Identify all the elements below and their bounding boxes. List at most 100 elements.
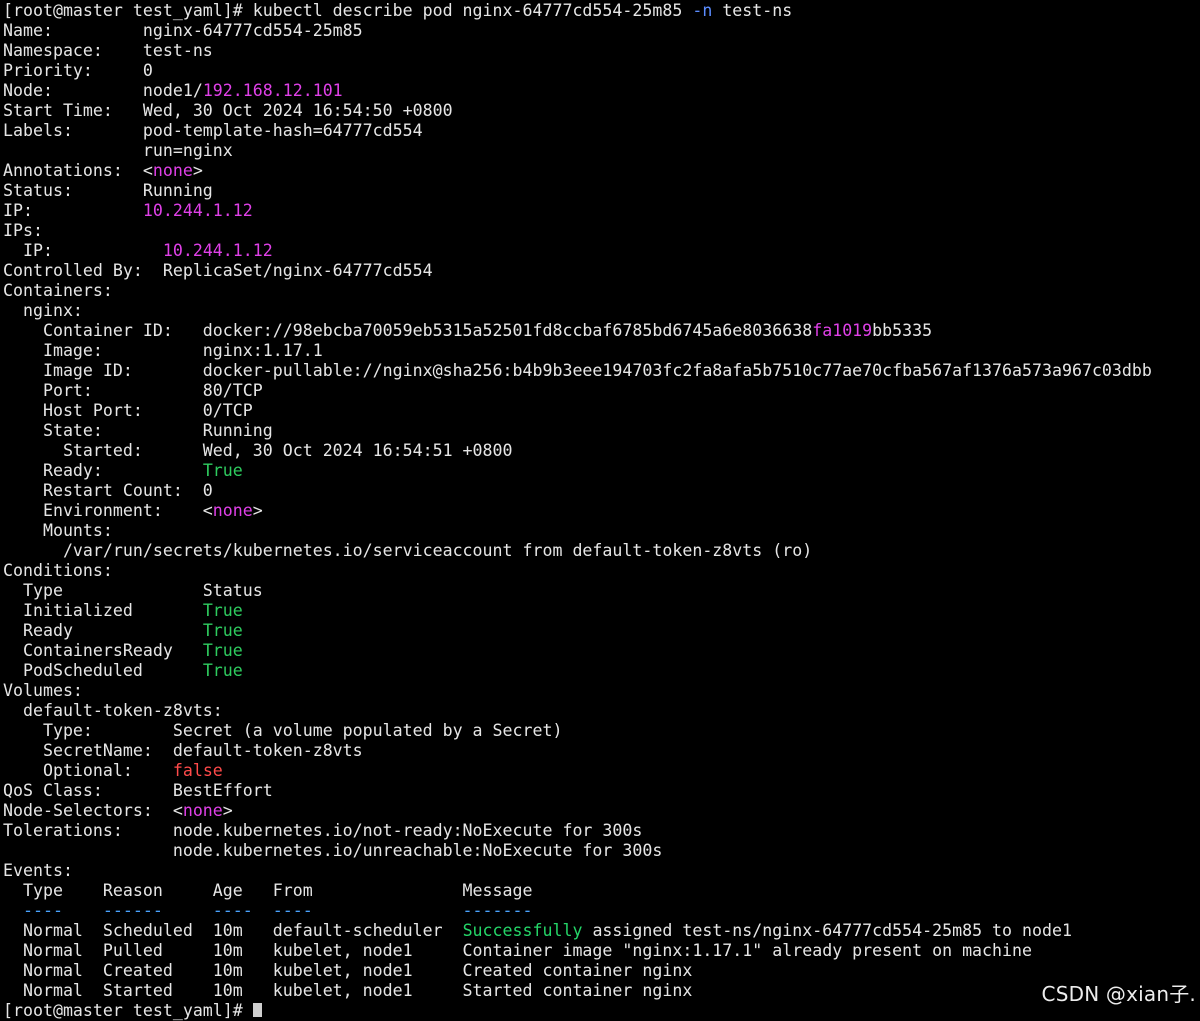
terminal-line: run=nginx: [3, 141, 1152, 161]
terminal-line: Name: nginx-64777cd554-25m85: [3, 21, 1152, 41]
terminal-text-segment: Controlled By: ReplicaSet/nginx-64777cd5…: [3, 261, 433, 280]
terminal-line: IPs:: [3, 221, 1152, 241]
terminal-text-segment: PodScheduled: [3, 661, 203, 680]
terminal-line: Host Port: 0/TCP: [3, 401, 1152, 421]
terminal-line: Controlled By: ReplicaSet/nginx-64777cd5…: [3, 261, 1152, 281]
terminal-line: Normal Created 10m kubelet, node1 Create…: [3, 961, 1152, 981]
terminal-text-segment: Normal Pulled 10m kubelet, node1 Contain…: [3, 941, 1032, 960]
terminal-line: Environment: <none>: [3, 501, 1152, 521]
terminal-text-segment: Container ID: docker://98ebcba70059eb531…: [3, 321, 813, 340]
terminal-text-segment: IP:: [3, 201, 143, 220]
terminal-line: Type Status: [3, 581, 1152, 601]
terminal-line: [root@master test_yaml]# kubectl describ…: [3, 1, 1152, 21]
terminal-text-segment: Priority: 0: [3, 61, 153, 80]
terminal-line: Normal Pulled 10m kubelet, node1 Contain…: [3, 941, 1152, 961]
terminal-text-segment: Image: nginx:1.17.1: [3, 341, 323, 360]
terminal-text-segment: Namespace: test-ns: [3, 41, 213, 60]
terminal-cursor[interactable]: [252, 1003, 262, 1017]
terminal-text-segment: SecretName: default-token-z8vts: [3, 741, 363, 760]
terminal-line: Node: node1/192.168.12.101: [3, 81, 1152, 101]
terminal-text-segment: True: [202, 601, 243, 620]
terminal-line: ContainersReady True: [3, 641, 1152, 661]
terminal-text-segment: Started: Wed, 30 Oct 2024 16:54:51 +0800: [3, 441, 513, 460]
terminal-text-segment: none: [212, 501, 253, 520]
terminal-text-segment: Type Reason Age From Message: [3, 881, 533, 900]
terminal-text-segment: Ready: [3, 621, 203, 640]
terminal-text-segment: node.kubernetes.io/unreachable:NoExecute…: [3, 841, 663, 860]
terminal-text-segment: Name: nginx-64777cd554-25m85: [3, 21, 363, 40]
terminal-text-segment: Successfully: [462, 921, 583, 940]
terminal-line: Mounts:: [3, 521, 1152, 541]
terminal-text-segment: Normal Scheduled 10m default-scheduler: [3, 921, 463, 940]
terminal-line: Type: Secret (a volume populated by a Se…: [3, 721, 1152, 741]
terminal-text-segment: True: [202, 661, 243, 680]
terminal-text-segment: ---- ------ ---- ---- -------: [3, 901, 533, 920]
terminal-text-segment: Mounts:: [3, 521, 113, 540]
terminal-line: Container ID: docker://98ebcba70059eb531…: [3, 321, 1152, 341]
terminal-text-segment: Start Time: Wed, 30 Oct 2024 16:54:50 +0…: [3, 101, 453, 120]
terminal-line: nginx:: [3, 301, 1152, 321]
terminal-line: Events:: [3, 861, 1152, 881]
terminal-text-segment: none: [152, 161, 193, 180]
terminal-line: SecretName: default-token-z8vts: [3, 741, 1152, 761]
terminal-line: Node-Selectors: <none>: [3, 801, 1152, 821]
terminal-line: Priority: 0: [3, 61, 1152, 81]
terminal-line: Started: Wed, 30 Oct 2024 16:54:51 +0800: [3, 441, 1152, 461]
terminal-line: /var/run/secrets/kubernetes.io/serviceac…: [3, 541, 1152, 561]
terminal-line: Optional: false: [3, 761, 1152, 781]
terminal-text-segment: Status: Running: [3, 181, 213, 200]
terminal-line: IP: 10.244.1.12: [3, 201, 1152, 221]
terminal-line: Ready: True: [3, 461, 1152, 481]
terminal-line: Tolerations: node.kubernetes.io/not-read…: [3, 821, 1152, 841]
terminal-text-segment: Environment: <: [3, 501, 213, 520]
terminal-text-segment: Type: Secret (a volume populated by a Se…: [3, 721, 563, 740]
terminal-text-segment: run=nginx: [3, 141, 233, 160]
terminal-text-segment: ContainersReady: [3, 641, 203, 660]
terminal-line: node.kubernetes.io/unreachable:NoExecute…: [3, 841, 1152, 861]
terminal-line: Conditions:: [3, 561, 1152, 581]
terminal-text-segment: Tolerations: node.kubernetes.io/not-read…: [3, 821, 643, 840]
terminal-text-segment: bb5335: [872, 321, 933, 340]
terminal-text-segment: Labels: pod-template-hash=64777cd554: [3, 121, 423, 140]
terminal-text-segment: Events:: [3, 861, 73, 880]
terminal-line: Annotations: <none>: [3, 161, 1152, 181]
terminal-line: Initialized True: [3, 601, 1152, 621]
terminal-line: State: Running: [3, 421, 1152, 441]
terminal-text-segment: Type Status: [3, 581, 263, 600]
terminal-text-segment: Node-Selectors: <: [3, 801, 183, 820]
terminal-line: default-token-z8vts:: [3, 701, 1152, 721]
terminal-text-segment: Optional:: [3, 761, 173, 780]
terminal-line: PodScheduled True: [3, 661, 1152, 681]
terminal-text-segment: 10.244.1.12: [142, 201, 253, 220]
terminal-text-segment: /var/run/secrets/kubernetes.io/serviceac…: [3, 541, 813, 560]
terminal-line: Normal Started 10m kubelet, node1 Starte…: [3, 981, 1152, 1001]
terminal-text-segment: fa1019: [812, 321, 873, 340]
terminal-text-segment: 192.168.12.101: [202, 81, 343, 100]
terminal-text-segment: Normal Started 10m kubelet, node1 Starte…: [3, 981, 693, 1000]
terminal-text-segment: Restart Count: 0: [3, 481, 213, 500]
terminal-output[interactable]: [root@master test_yaml]# kubectl describ…: [3, 1, 1152, 1021]
terminal-text-segment: -n: [692, 1, 713, 20]
terminal-text-segment: >: [222, 801, 233, 820]
terminal-line: Port: 80/TCP: [3, 381, 1152, 401]
terminal-text-segment: Ready:: [3, 461, 203, 480]
terminal-text-segment: Containers:: [3, 281, 113, 300]
terminal-line: Image ID: docker-pullable://nginx@sha256…: [3, 361, 1152, 381]
terminal-text-segment: Annotations: <: [3, 161, 153, 180]
terminal-line: IP: 10.244.1.12: [3, 241, 1152, 261]
shell-prompt-line: [root@master test_yaml]#: [3, 1001, 1152, 1021]
terminal-text-segment: false: [172, 761, 223, 780]
terminal-line: Restart Count: 0: [3, 481, 1152, 501]
terminal-line: ---- ------ ---- ---- -------: [3, 901, 1152, 921]
terminal-text-segment: 10.244.1.12: [162, 241, 273, 260]
terminal-text-segment: State: Running: [3, 421, 273, 440]
terminal-text-segment: >: [252, 501, 263, 520]
terminal-text-segment: assigned test-ns/nginx-64777cd554-25m85 …: [582, 921, 1072, 940]
terminal-line: Type Reason Age From Message: [3, 881, 1152, 901]
terminal-text-segment: none: [182, 801, 223, 820]
terminal-line: Volumes:: [3, 681, 1152, 701]
terminal-text-segment: Normal Created 10m kubelet, node1 Create…: [3, 961, 693, 980]
terminal-text-segment: default-token-z8vts:: [3, 701, 223, 720]
terminal-line: Namespace: test-ns: [3, 41, 1152, 61]
terminal-text-segment: nginx:: [3, 301, 83, 320]
